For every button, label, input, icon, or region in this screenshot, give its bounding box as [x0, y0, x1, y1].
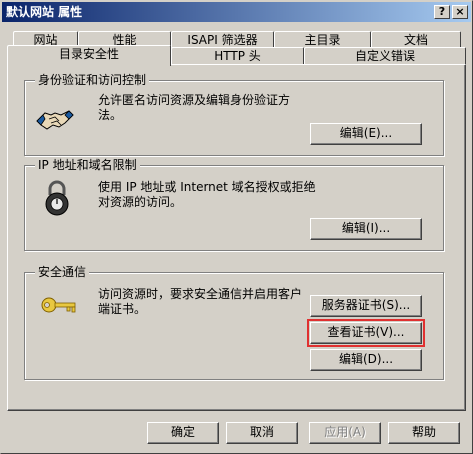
auth-group-title: 身份验证和访问控制 [35, 73, 150, 87]
auth-edit-button[interactable]: 编辑(E)... [310, 123, 422, 145]
secure-description: 访问资源时，要求安全通信并启用客户端证书。 [98, 287, 303, 316]
tab-custom-errors[interactable]: 自定义错误 [304, 47, 466, 65]
tab-directory-security[interactable]: 目录安全性 [7, 45, 171, 66]
help-button[interactable]: 帮助 [388, 422, 460, 444]
close-title-button[interactable]: × [452, 5, 468, 19]
title-bar: 默认网站 属性 ? × [2, 2, 471, 22]
ok-button[interactable]: 确定 [147, 422, 219, 444]
properties-dialog: 默认网站 属性 ? × 网站 性能 ISAPI 筛选器 主目录 文档 目录安全性… [0, 0, 473, 454]
ip-description: 使用 IP 地址或 Internet 域名授权或拒绝对资源的访问。 [98, 180, 316, 209]
apply-button[interactable]: 应用(A) [309, 422, 381, 444]
ip-edit-button[interactable]: 编辑(I)... [310, 218, 422, 240]
auth-group: 身份验证和访问控制 允许匿名访问资源及编辑身份验证方法。 编辑(E)... [24, 73, 444, 156]
padlock-icon [43, 180, 71, 219]
tab-panel: 身份验证和访问控制 允许匿名访问资源及编辑身份验证方法。 编辑(E)... IP… [7, 64, 466, 411]
auth-description: 允许匿名访问资源及编辑身份验证方法。 [98, 93, 291, 122]
key-icon [39, 293, 79, 320]
cancel-button[interactable]: 取消 [226, 422, 298, 444]
secure-edit-button[interactable]: 编辑(D)... [310, 349, 422, 371]
secure-group-title: 安全通信 [35, 265, 90, 279]
secure-comm-group: 安全通信 访问资源时，要求安全通信并启用客户端证书。 服务器证书(S)... 查… [24, 265, 444, 380]
ip-group-title: IP 地址和域名限制 [35, 158, 140, 172]
handshake-icon [35, 101, 75, 136]
tab-http-headers[interactable]: HTTP 头 [171, 47, 304, 65]
view-certificate-button[interactable]: 查看证书(V)... [310, 322, 422, 344]
help-title-button[interactable]: ? [434, 5, 450, 19]
window-title: 默认网站 属性 [6, 5, 83, 19]
server-certificate-button[interactable]: 服务器证书(S)... [310, 295, 422, 317]
ip-restriction-group: IP 地址和域名限制 使用 IP 地址或 Internet 域名授权或拒绝对资源… [24, 158, 444, 251]
